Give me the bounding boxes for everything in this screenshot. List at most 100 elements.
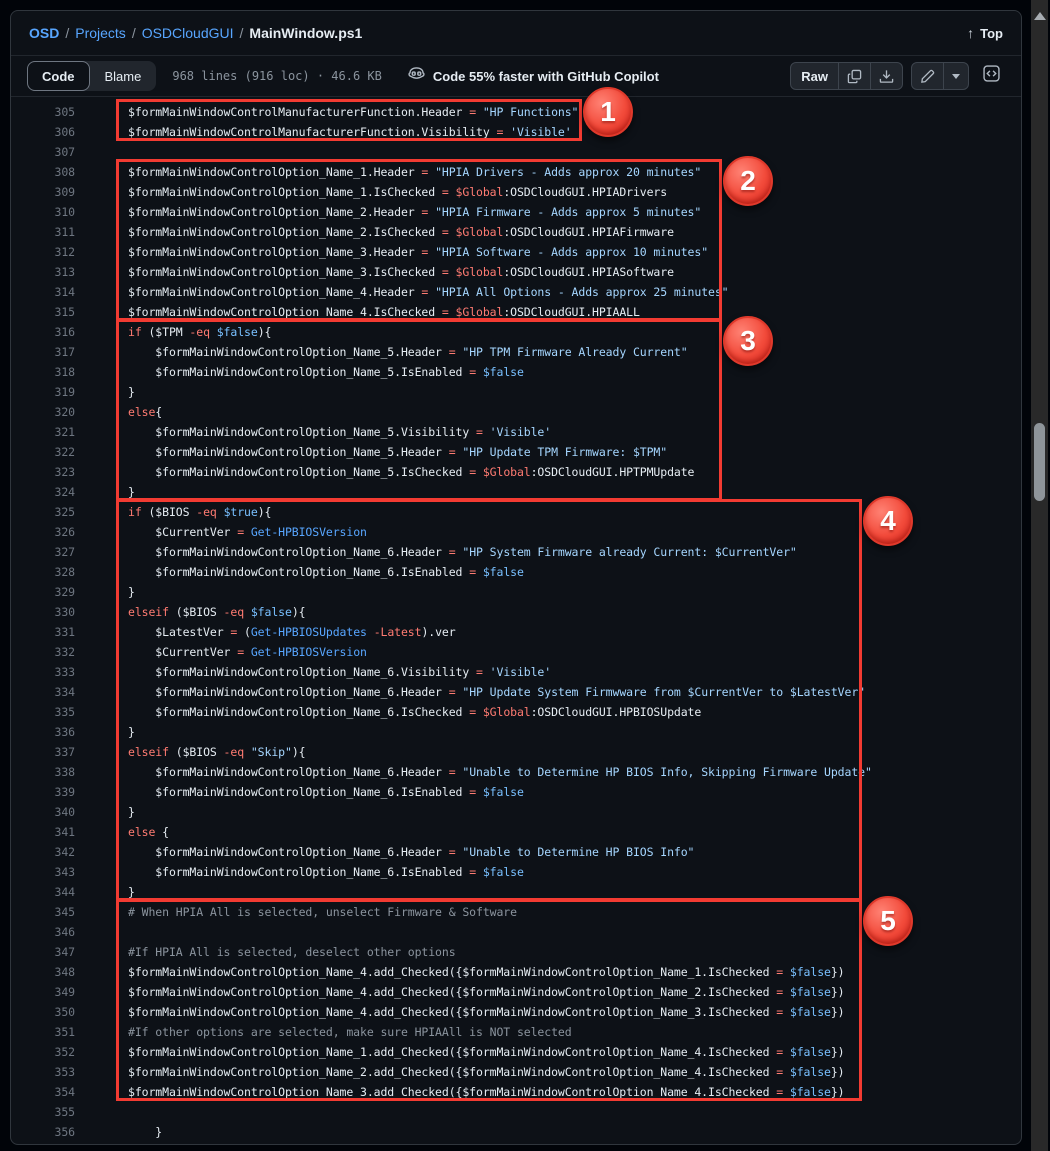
line-number[interactable]: 347 [11,942,75,962]
download-button[interactable] [871,63,902,89]
code-text: } [128,882,135,902]
line-number[interactable]: 317 [11,342,75,362]
tab-blame[interactable]: Blame [90,61,157,91]
line-number[interactable]: 328 [11,562,75,582]
line-number[interactable]: 356 [11,1122,75,1142]
line-number[interactable]: 348 [11,962,75,982]
scrollbar-up-button[interactable] [1034,12,1046,20]
code-line: 346 [11,922,1021,942]
code-text: $formMainWindowControlOption_Name_4.add_… [128,962,845,982]
line-number[interactable]: 321 [11,422,75,442]
line-number[interactable]: 320 [11,402,75,422]
line-number[interactable]: 316 [11,322,75,342]
line-number[interactable]: 334 [11,682,75,702]
code-line: 354$formMainWindowControlOption_Name_3.a… [11,1082,1021,1102]
scrollbar-thumb[interactable] [1034,423,1045,501]
code-text: else{ [128,402,162,422]
line-number[interactable]: 322 [11,442,75,462]
copy-button[interactable] [839,63,871,89]
line-number[interactable]: 309 [11,182,75,202]
line-number[interactable]: 350 [11,1002,75,1022]
code-line: 348 $formMainWindowControlOption_Name_4.a… [11,962,1021,982]
code-line: 345 # When HPIA All is selected, unselect… [11,902,1021,922]
line-number[interactable]: 351 [11,1022,75,1042]
breadcrumb: OSD / Projects / OSDCloudGUI / MainWindo… [29,25,362,41]
code-text: # When HPIA All is selected, unselect Fi… [128,902,517,922]
code-lines: 305$formMainWindowControlManufacturerFun… [11,102,1021,1142]
line-number[interactable]: 323 [11,462,75,482]
line-number[interactable]: 332 [11,642,75,662]
code-line: 352 $formMainWindowControlOption_Name_1.a… [11,1042,1021,1062]
line-number[interactable]: 307 [11,142,75,162]
line-number[interactable]: 325 [11,502,75,522]
code-line: 325if ($BIOS -eq $true){ [11,502,1021,522]
code-line: 307 [11,142,1021,162]
code-text: $formMainWindowControlOption_Name_2.IsCh… [128,222,674,242]
line-number[interactable]: 338 [11,762,75,782]
breadcrumb-folder-projects[interactable]: Projects [75,25,126,41]
code-text: $CurrentVer = Get-HPBIOSVersion [128,522,367,542]
line-number[interactable]: 330 [11,602,75,622]
line-number[interactable]: 313 [11,262,75,282]
line-number[interactable]: 353 [11,1062,75,1082]
line-number[interactable]: 343 [11,862,75,882]
line-number[interactable]: 329 [11,582,75,602]
line-number[interactable]: 311 [11,222,75,242]
code-text: } [128,382,135,402]
line-number[interactable]: 324 [11,482,75,502]
line-number[interactable]: 305 [11,102,75,122]
code-line: 339 $formMainWindowControlOption_Name_6.… [11,782,1021,802]
line-number[interactable]: 333 [11,662,75,682]
code-text: $formMainWindowControlOption_Name_2.Head… [128,202,701,222]
code-text: } [128,482,135,502]
line-number[interactable]: 337 [11,742,75,762]
line-number[interactable]: 335 [11,702,75,722]
copilot-banner[interactable]: Code 55% faster with GitHub Copilot [408,65,659,87]
line-number[interactable]: 336 [11,722,75,742]
line-number[interactable]: 312 [11,242,75,262]
code-text: if ($TPM -eq $false){ [128,322,271,342]
line-number[interactable]: 349 [11,982,75,1002]
tab-code[interactable]: Code [27,61,90,91]
line-number[interactable]: 306 [11,122,75,142]
line-number[interactable]: 326 [11,522,75,542]
line-number[interactable]: 315 [11,302,75,322]
symbols-button[interactable] [977,62,1005,90]
line-number[interactable]: 314 [11,282,75,302]
code-text: $formMainWindowControlOption_Name_6.Head… [128,842,694,862]
back-to-top-link[interactable]: ↑ Top [967,25,1003,41]
line-number[interactable]: 355 [11,1102,75,1122]
line-number[interactable]: 319 [11,382,75,402]
line-number[interactable]: 345 [11,902,75,922]
edit-button[interactable] [912,63,944,89]
line-number[interactable]: 339 [11,782,75,802]
line-number[interactable]: 310 [11,202,75,222]
line-number[interactable]: 340 [11,802,75,822]
line-number[interactable]: 352 [11,1042,75,1062]
code-line: 334 $formMainWindowControlOption_Name_6.… [11,682,1021,702]
code-line: 351#If other options are selected, make … [11,1022,1021,1042]
code-line: 305$formMainWindowControlManufacturerFun… [11,102,1021,122]
code-line: 331 $LatestVer = (Get-HPBIOSUpdates -Lat… [11,622,1021,642]
code-text: $formMainWindowControlOption_Name_6.IsCh… [128,702,701,722]
code-text: $formMainWindowControlOption_Name_1.add_… [128,1042,845,1062]
line-number[interactable]: 308 [11,162,75,182]
line-number[interactable]: 331 [11,622,75,642]
line-number[interactable]: 327 [11,542,75,562]
breadcrumb-folder-osdcloudgui[interactable]: OSDCloudGUI [142,25,234,41]
breadcrumb-repo-link[interactable]: OSD [29,25,59,41]
line-number[interactable]: 354 [11,1082,75,1102]
file-toolbar: Code Blame 968 lines (916 loc) · 46.6 KB… [11,56,1021,97]
code-line: 332 $CurrentVer = Get-HPBIOSVersion [11,642,1021,662]
scrollbar[interactable] [1031,0,1048,1151]
line-number[interactable]: 342 [11,842,75,862]
edit-dropdown-button[interactable] [944,63,968,89]
raw-button[interactable]: Raw [791,63,839,89]
code-text: $formMainWindowControlOption_Name_6.Head… [128,682,865,702]
line-number[interactable]: 346 [11,922,75,942]
line-number[interactable]: 344 [11,882,75,902]
code-line: 320 else{ [11,402,1021,422]
line-number[interactable]: 341 [11,822,75,842]
code-text: } [128,722,135,742]
line-number[interactable]: 318 [11,362,75,382]
